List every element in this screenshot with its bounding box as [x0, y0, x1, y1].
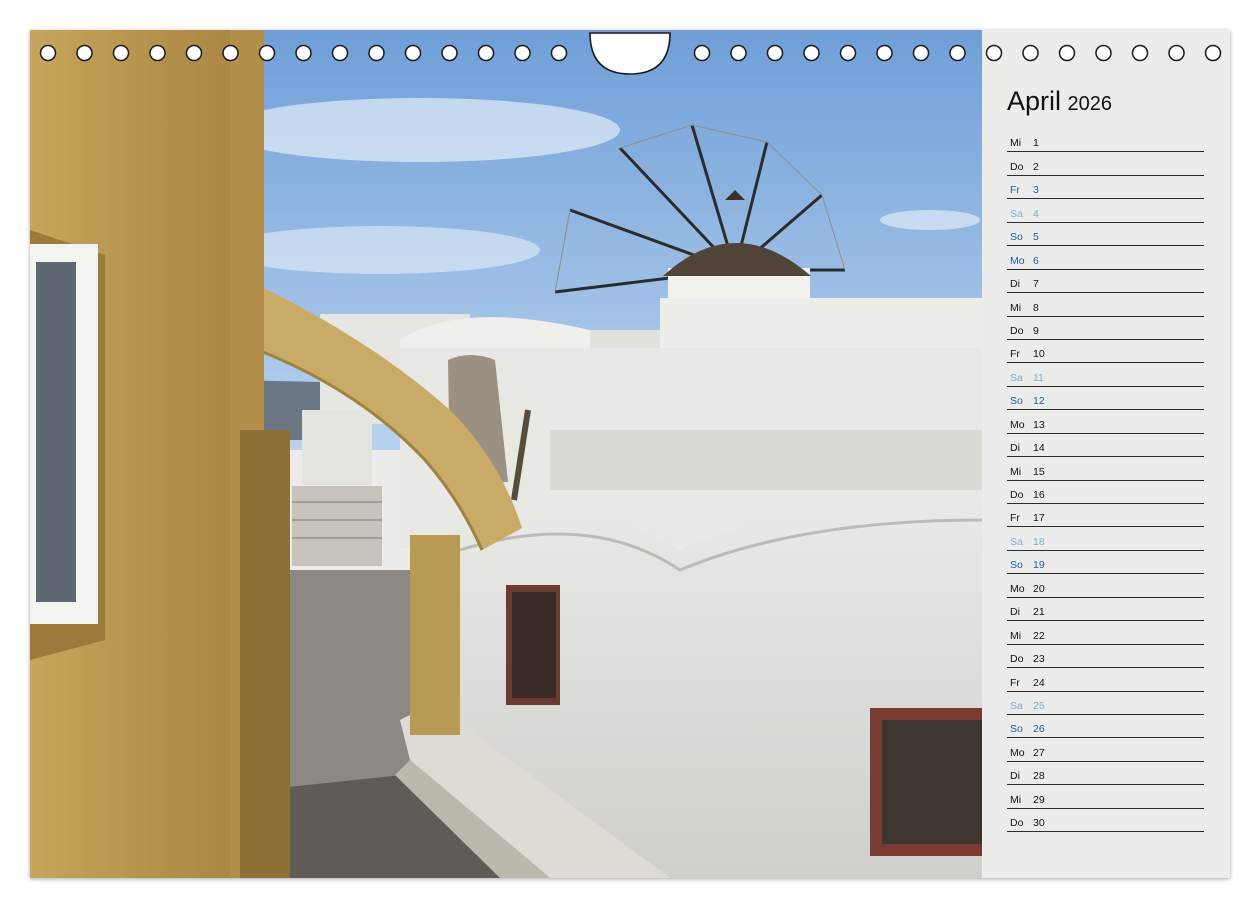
weekday-label: Fr: [1010, 348, 1020, 361]
weekday-label: Fr: [1010, 676, 1020, 689]
day-row: So 26: [1007, 715, 1204, 739]
month-title: April 2026: [1007, 86, 1112, 117]
weekday-label: Mi: [1010, 629, 1022, 642]
day-number: 11: [1033, 371, 1044, 384]
day-row: Mi 22: [1007, 621, 1204, 645]
weekday-label: Mo: [1010, 418, 1025, 431]
day-number: 20: [1033, 582, 1045, 595]
day-number: 28: [1033, 770, 1045, 783]
day-number: 3: [1033, 184, 1039, 197]
day-row: Di 21: [1007, 598, 1204, 622]
day-row: Fr 17: [1007, 504, 1204, 528]
day-row: Do 9: [1007, 317, 1204, 340]
day-number: 12: [1033, 395, 1045, 408]
year: 2026: [1067, 93, 1112, 115]
day-number: 22: [1033, 629, 1045, 642]
day-number: 9: [1033, 324, 1039, 337]
day-row: So 12: [1007, 387, 1204, 411]
day-row: Sa 11: [1007, 363, 1204, 387]
weekday-label: So: [1010, 559, 1023, 572]
day-number: 30: [1033, 817, 1045, 830]
day-row: Mi 15: [1007, 457, 1204, 481]
month-name: April: [1007, 86, 1062, 116]
day-row: Fr 3: [1007, 176, 1204, 200]
day-row: Mo 27: [1007, 738, 1204, 762]
weekday-label: Fr: [1010, 184, 1020, 197]
day-row: Mi 1: [1007, 129, 1204, 153]
day-number: 27: [1033, 746, 1045, 759]
day-number: 21: [1033, 606, 1045, 619]
day-row: So 19: [1007, 551, 1204, 575]
day-number: 7: [1033, 278, 1039, 291]
day-number: 14: [1033, 442, 1045, 455]
weekday-label: So: [1010, 231, 1023, 244]
day-row: So 5: [1007, 223, 1204, 247]
day-row: Mi 29: [1007, 785, 1204, 809]
weekday-label: Di: [1010, 278, 1020, 291]
day-row: Mo 6: [1007, 246, 1204, 270]
day-row: Di 14: [1007, 434, 1204, 458]
santorini-windmill-photo: [30, 30, 982, 878]
day-number: 29: [1033, 793, 1045, 806]
day-number: 13: [1033, 418, 1045, 431]
day-row: Do 16: [1007, 481, 1204, 504]
day-number: 23: [1033, 653, 1045, 666]
weekday-label: Mi: [1010, 137, 1022, 150]
day-row: Sa 4: [1007, 199, 1204, 223]
weekday-label: Mo: [1010, 746, 1025, 759]
weekday-label: So: [1010, 723, 1023, 736]
weekday-label: Do: [1010, 160, 1024, 173]
day-row: Di 28: [1007, 762, 1204, 786]
day-row: Fr 24: [1007, 668, 1204, 692]
calendar-panel: April 2026 Mi 1 Do 2 Fr 3 Sa 4 So 5 Mo 6 Di 7 Mi 8 Do 9 Fr…: [982, 30, 1230, 878]
day-row: Mo 13: [1007, 410, 1204, 434]
day-number: 16: [1033, 489, 1045, 501]
weekday-label: Mi: [1010, 793, 1022, 806]
day-row: Fr 10: [1007, 340, 1204, 364]
weekday-label: Do: [1010, 324, 1024, 337]
weekday-label: So: [1010, 395, 1023, 408]
weekday-label: Mi: [1010, 301, 1022, 314]
weekday-label: Di: [1010, 442, 1020, 455]
day-number: 15: [1033, 465, 1045, 478]
day-number: 1: [1033, 137, 1039, 150]
day-row: Do 23: [1007, 645, 1204, 669]
day-row: Do 30: [1007, 809, 1204, 833]
weekday-label: Mo: [1010, 582, 1025, 595]
day-row: Mo 20: [1007, 574, 1204, 598]
day-number: 19: [1033, 559, 1045, 572]
weekday-label: Di: [1010, 606, 1020, 619]
weekday-label: Di: [1010, 770, 1020, 783]
day-number: 26: [1033, 723, 1045, 736]
calendar-photo: [30, 30, 982, 878]
weekday-label: Sa: [1010, 535, 1023, 548]
day-number: 2: [1033, 160, 1039, 173]
day-number: 25: [1033, 699, 1045, 712]
day-number: 8: [1033, 301, 1039, 314]
weekday-label: Do: [1010, 489, 1024, 501]
day-number: 5: [1033, 231, 1039, 244]
day-list: Mi 1 Do 2 Fr 3 Sa 4 So 5 Mo 6 Di 7 Mi 8 Do 9 Fr 10 Sa 11 So 12 M…: [1007, 129, 1204, 833]
calendar-page: April 2026 Mi 1 Do 2 Fr 3 Sa 4 So 5 Mo 6 Di 7 Mi 8 Do 9 Fr…: [30, 30, 1230, 878]
day-row: Di 7: [1007, 270, 1204, 294]
day-number: 24: [1033, 676, 1045, 689]
day-row: Sa 25: [1007, 692, 1204, 715]
day-number: 10: [1033, 348, 1045, 361]
day-row: Sa 18: [1007, 527, 1204, 551]
weekday-label: Do: [1010, 653, 1024, 666]
day-number: 4: [1033, 207, 1039, 220]
day-number: 18: [1033, 535, 1045, 548]
weekday-label: Mi: [1010, 465, 1022, 478]
weekday-label: Sa: [1010, 207, 1023, 220]
weekday-label: Sa: [1010, 371, 1023, 384]
weekday-label: Fr: [1010, 512, 1020, 525]
weekday-label: Do: [1010, 817, 1024, 830]
weekday-label: Mo: [1010, 254, 1025, 267]
day-row: Do 2: [1007, 152, 1204, 176]
day-number: 6: [1033, 254, 1039, 267]
day-number: 17: [1033, 512, 1045, 525]
weekday-label: Sa: [1010, 699, 1023, 712]
day-row: Mi 8: [1007, 293, 1204, 317]
